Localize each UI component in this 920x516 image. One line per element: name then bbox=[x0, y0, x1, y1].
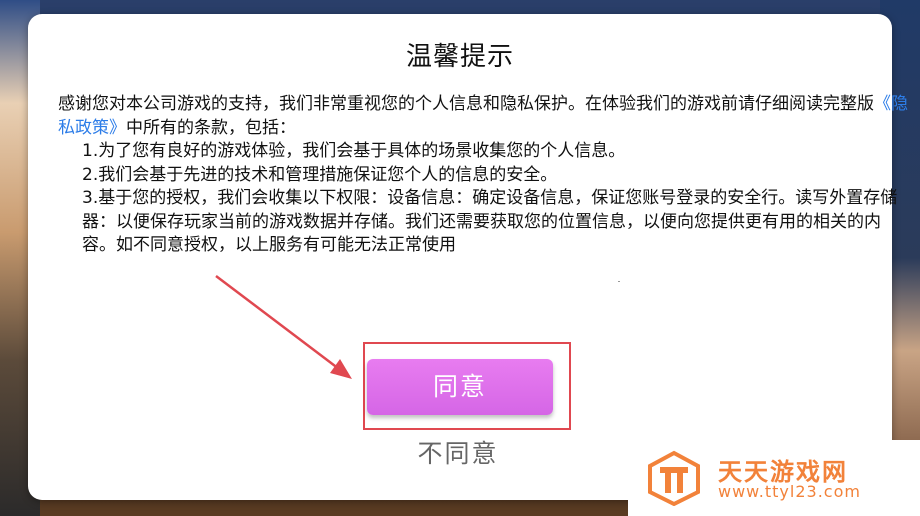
dialog-body: 感谢您对本公司游戏的支持，我们非常重视您的个人信息和隐私保护。在体验我们的游戏前… bbox=[58, 93, 908, 258]
intro-text: 感谢您对本公司游戏的支持，我们非常重视您的个人信息和隐私保护。在体验我们的游戏前… bbox=[58, 94, 874, 114]
intro-suffix-text: 中所有的条款，包括： bbox=[126, 117, 296, 138]
stray-dot bbox=[618, 281, 620, 282]
intro-paragraph: 感谢您对本公司游戏的支持，我们非常重视您的个人信息和隐私保护。在体验我们的游戏前… bbox=[58, 93, 908, 140]
logo-icon bbox=[648, 450, 700, 506]
list-item: 2.我们会基于先进的技术和管理措施保证您个人的信息的安全。 bbox=[82, 164, 558, 185]
watermark-url: www.ttyl23.com bbox=[718, 482, 861, 501]
watermark: 天天游戏网 www.ttyl23.com bbox=[628, 440, 920, 516]
dialog-title: 温馨提示 bbox=[405, 42, 514, 72]
list-item: 3.基于您的授权，我们会收集以下权限：设备信息：确定设备信息，保证您账号登录的安… bbox=[82, 188, 898, 255]
arrow-icon bbox=[215, 275, 352, 379]
agree-button[interactable]: 同意 bbox=[367, 359, 553, 415]
game-screen: 温馨提示 感谢您对本公司游戏的支持，我们非常重视您的个人信息和隐私保护。在体验我… bbox=[0, 0, 920, 516]
list-item: 1.为了您有良好的游戏体验，我们会基于具体的场景收集您的个人信息。 bbox=[82, 141, 626, 161]
disagree-button[interactable]: 不同意 bbox=[393, 434, 523, 470]
privacy-dialog: 温馨提示 感谢您对本公司游戏的支持，我们非常重视您的个人信息和隐私保护。在体验我… bbox=[28, 14, 908, 500]
